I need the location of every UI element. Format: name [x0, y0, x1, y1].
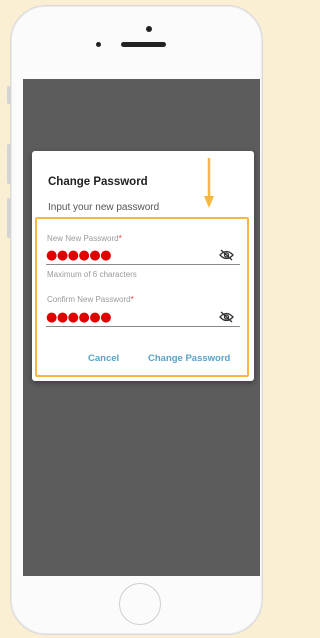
new-password-label: New New Password*	[47, 234, 122, 243]
eye-off-icon[interactable]	[219, 311, 234, 323]
confirm-password-label-text: Confirm New Password	[47, 295, 131, 304]
new-password-underline	[46, 264, 240, 265]
new-password-input[interactable]: ●●●●●●	[46, 249, 112, 262]
new-password-hint: Maximum of 6 characters	[47, 270, 137, 279]
cancel-button[interactable]: Cancel	[88, 353, 119, 364]
page: Change Password Input your new password …	[0, 0, 265, 638]
confirm-password-underline	[46, 326, 240, 327]
front-camera	[146, 26, 152, 32]
new-password-label-text: New New Password	[47, 234, 119, 243]
proximity-sensor	[96, 42, 101, 47]
dialog-subtitle: Input your new password	[48, 202, 160, 213]
confirm-password-input[interactable]: ●●●●●●	[46, 311, 112, 324]
home-button[interactable]	[119, 583, 161, 625]
dialog-title: Change Password	[48, 176, 148, 188]
volume-down-button	[7, 198, 11, 238]
change-password-button[interactable]: Change Password	[148, 353, 230, 364]
required-mark: *	[118, 234, 122, 243]
eye-off-icon[interactable]	[219, 249, 234, 261]
confirm-password-label: Confirm New Password*	[47, 295, 134, 304]
volume-up-button	[7, 144, 11, 184]
required-mark: *	[130, 295, 134, 304]
earpiece-speaker	[121, 42, 166, 47]
mute-switch	[7, 86, 11, 104]
arrow-down-icon	[204, 158, 214, 208]
